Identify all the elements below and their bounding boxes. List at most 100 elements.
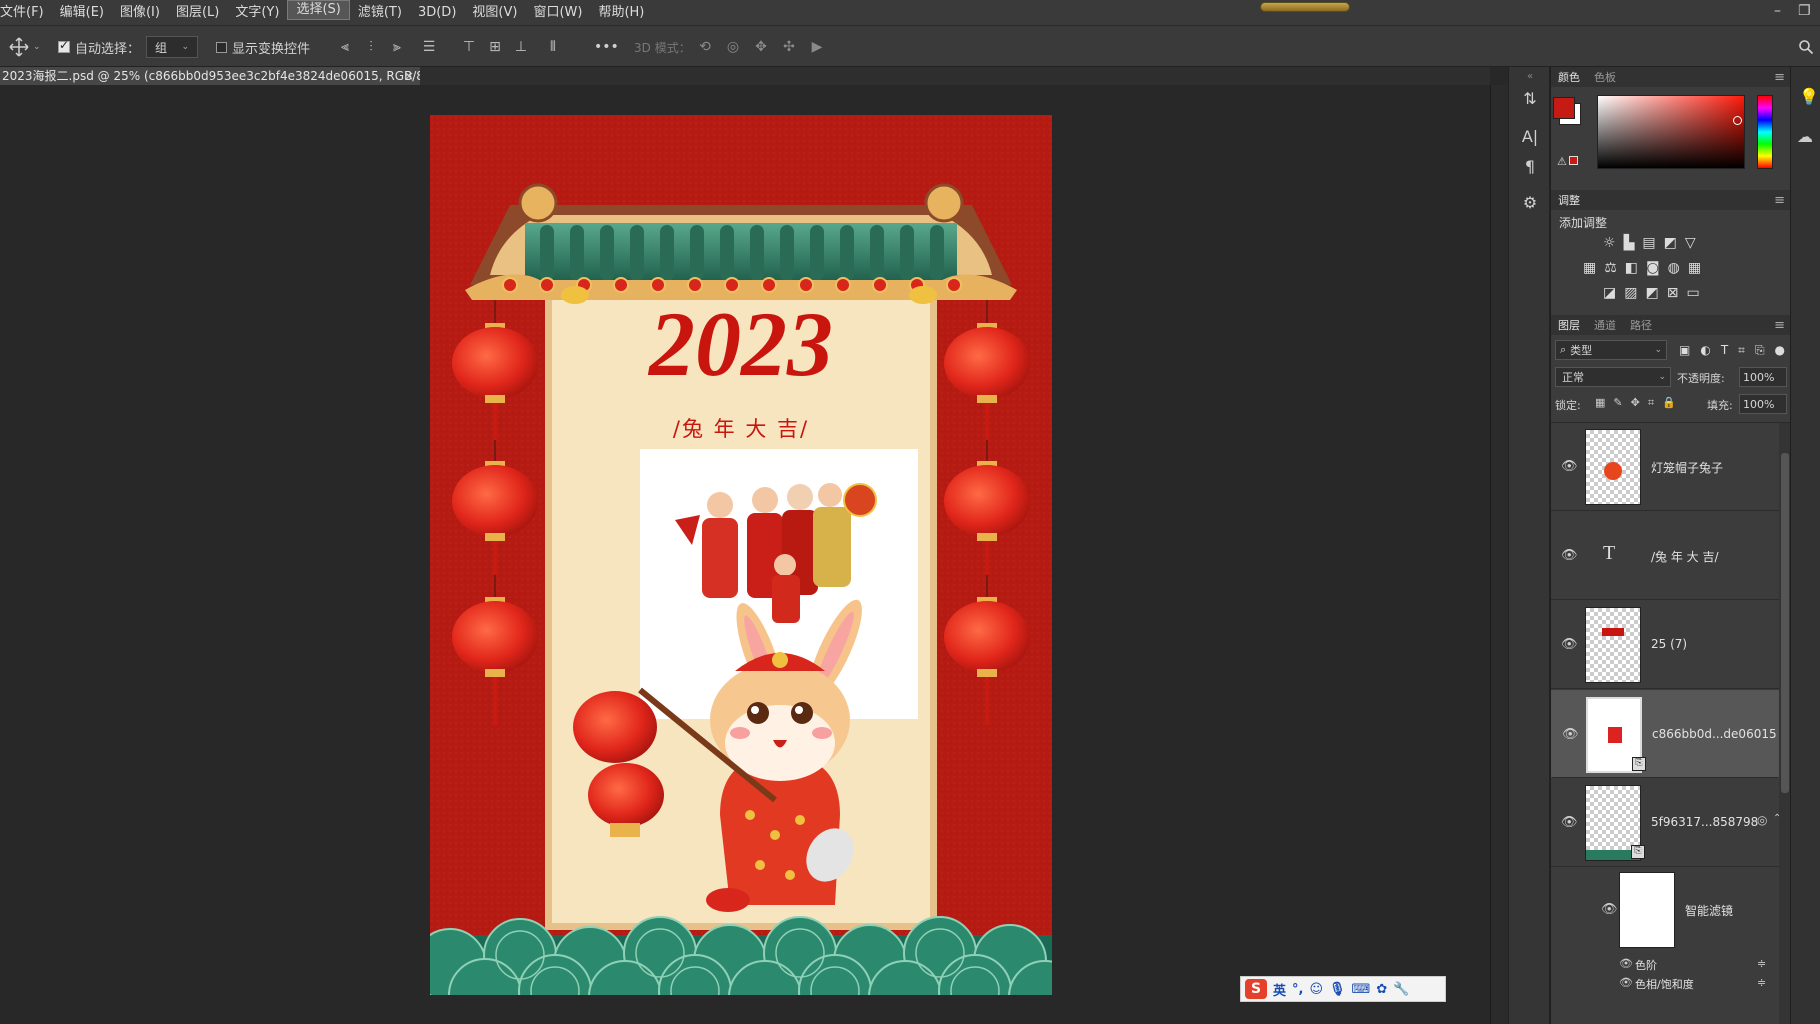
minimize-icon[interactable]: –	[1774, 3, 1781, 19]
align-hcenter-icon[interactable]: ⫶	[362, 38, 380, 56]
3d-roll-icon[interactable]: ◎	[724, 38, 742, 56]
tab-layers[interactable]: 图层	[1551, 317, 1587, 333]
smart-filter-mask[interactable]	[1619, 872, 1675, 948]
history-icon[interactable]: ⇅	[1519, 89, 1541, 111]
hue-slider[interactable]	[1757, 95, 1773, 169]
ime-punct-icon[interactable]: °,	[1292, 982, 1303, 997]
curves-icon[interactable]: ▤	[1642, 235, 1655, 251]
gradient-map-icon[interactable]: ▭	[1686, 285, 1699, 301]
lock-artboard-icon[interactable]: ⌗	[1648, 396, 1654, 410]
distribute-v-icon[interactable]: ⫴	[544, 38, 562, 56]
3d-slide-icon[interactable]: ✣	[780, 38, 798, 56]
levels-icon[interactable]: ▙	[1624, 235, 1635, 251]
auto-select-checkbox[interactable]: 自动选择：	[58, 26, 140, 68]
selective-color-icon[interactable]: ⊠	[1667, 285, 1679, 301]
more-options-button[interactable]: •••	[594, 26, 619, 68]
menu-item[interactable]: 文件(F)	[0, 0, 52, 25]
align-right-icon[interactable]: ⫸	[388, 38, 406, 56]
filter-adjust-icon[interactable]: ◐	[1700, 343, 1710, 358]
ime-emoji-icon[interactable]: ☺	[1309, 982, 1323, 997]
blend-mode-dropdown[interactable]: 正常 ⌄	[1555, 367, 1671, 387]
posterize-icon[interactable]: ▨	[1624, 285, 1637, 301]
layer-name[interactable]: c866bb0d...de06015	[1652, 727, 1777, 741]
ime-keyboard-icon[interactable]: ⌨	[1352, 982, 1371, 997]
ime-tools-icon[interactable]: 🔧	[1393, 982, 1409, 997]
filter-item[interactable]: 👁 色相/饱和度 ≑	[1551, 974, 1779, 992]
smart-filter-toggle-icon[interactable]: ◎	[1757, 813, 1767, 827]
tab-color[interactable]: 颜色	[1551, 69, 1587, 85]
visibility-eye-icon[interactable]: 👁	[1561, 637, 1578, 652]
ime-lang-label[interactable]: 英	[1273, 980, 1286, 999]
layer-row[interactable]: 👁 T /兔 年 大 吉/	[1551, 512, 1779, 600]
panel-scroll-handle[interactable]	[1260, 2, 1350, 12]
align-left-icon[interactable]: ⫷	[336, 38, 354, 56]
visibility-eye-icon[interactable]: 👁	[1619, 976, 1633, 989]
brightness-icon[interactable]: ☼	[1603, 235, 1616, 251]
lock-transparency-icon[interactable]: ▦	[1595, 396, 1605, 410]
layer-name[interactable]: 25 (7)	[1651, 637, 1687, 651]
ime-toolbar[interactable]: S 英 °, ☺ 🎙 ⌨ ✿ 🔧	[1240, 976, 1446, 1002]
panel-menu-icon[interactable]: ≡	[1774, 70, 1785, 85]
canvas-scrollbar[interactable]	[1490, 85, 1508, 1024]
tab-paths[interactable]: 路径	[1623, 317, 1659, 333]
learn-icon[interactable]: 💡	[1799, 87, 1819, 106]
3d-pan-icon[interactable]: ✥	[752, 38, 770, 56]
restore-icon[interactable]: ❐	[1798, 3, 1811, 19]
3d-camera-icon[interactable]: ▶	[808, 38, 826, 56]
layer-filter-dropdown[interactable]: ⌕ 类型 ⌄	[1555, 340, 1667, 360]
distribute-icon[interactable]: ☰	[420, 38, 438, 56]
opacity-field[interactable]: 100%	[1739, 367, 1787, 387]
filter-type-icon[interactable]: T	[1721, 343, 1728, 358]
color-balance-icon[interactable]: ⚖	[1604, 260, 1617, 276]
properties-icon[interactable]: ⚙	[1519, 193, 1541, 215]
fill-field[interactable]: 100%	[1739, 394, 1787, 414]
panel-menu-icon[interactable]: ≡	[1774, 193, 1785, 208]
tab-swatches[interactable]: 色板	[1587, 69, 1623, 85]
color-picker-field[interactable]	[1597, 95, 1745, 169]
lookup-icon[interactable]: ▦	[1688, 260, 1701, 276]
invert-icon[interactable]: ◪	[1603, 285, 1616, 301]
filter-options-icon[interactable]: ≑	[1757, 976, 1766, 989]
ime-skin-icon[interactable]: ✿	[1376, 982, 1387, 997]
auto-select-dropdown[interactable]: 组 ⌄	[146, 26, 198, 68]
foreground-color-swatch[interactable]	[1553, 97, 1575, 119]
photo-filter-icon[interactable]: ◙	[1646, 260, 1660, 276]
align-vcenter-icon[interactable]: ⊞	[486, 38, 504, 56]
hue-sat-icon[interactable]: ▦	[1583, 260, 1596, 276]
smart-filter-row[interactable]: 👁 智能滤镜	[1551, 868, 1779, 950]
tab-channels[interactable]: 通道	[1587, 317, 1623, 333]
layer-row[interactable]: 👁 25 (7)	[1551, 601, 1779, 689]
visibility-eye-icon[interactable]: 👁	[1561, 459, 1578, 474]
menu-item[interactable]: 滤镜(T)	[350, 0, 410, 25]
layer-row-selected[interactable]: 👁 ⎘ c866bb0d...de06015	[1551, 690, 1779, 778]
visibility-eye-icon[interactable]: 👁	[1561, 548, 1578, 563]
menu-item[interactable]: 选择(S)	[287, 0, 350, 20]
exposure-icon[interactable]: ◩	[1664, 235, 1677, 251]
poster-canvas[interactable]: 2023 /兔 年 大 吉/	[430, 115, 1052, 995]
visibility-eye-icon[interactable]: 👁	[1601, 902, 1618, 917]
align-top-icon[interactable]: ⊤	[460, 38, 478, 56]
menu-item[interactable]: 视图(V)	[464, 0, 525, 25]
filter-pixel-icon[interactable]: ▣	[1679, 343, 1690, 358]
document-tab[interactable]: 2023海报二.psd @ 25% (c866bb0d953ee3c2bf4e3…	[0, 67, 420, 85]
visibility-eye-icon[interactable]: 👁	[1619, 957, 1633, 970]
gamut-warning-icon[interactable]: ⚠	[1557, 155, 1578, 168]
panel-menu-icon[interactable]: ≡	[1774, 318, 1785, 333]
filter-smart-icon[interactable]: ⎘	[1755, 343, 1765, 358]
threshold-icon[interactable]: ◩	[1645, 285, 1658, 301]
layer-row[interactable]: 👁 ⎘ 5f96317...858798 ◎ ⌃	[1551, 779, 1781, 867]
paragraph-icon[interactable]: ¶	[1519, 157, 1541, 179]
menu-item[interactable]: 图像(I)	[112, 0, 168, 25]
menu-item[interactable]: 窗口(W)	[525, 0, 590, 25]
filter-shape-icon[interactable]: ⌗	[1738, 343, 1745, 358]
3d-orbit-icon[interactable]: ⟲	[696, 38, 714, 56]
filter-item[interactable]: 👁 色阶 ≑	[1551, 955, 1779, 973]
search-icon[interactable]	[1798, 26, 1814, 68]
menu-item[interactable]: 帮助(H)	[590, 0, 652, 25]
move-tool-icon[interactable]: ⌄	[8, 26, 41, 68]
lock-move-icon[interactable]: ✥	[1631, 396, 1640, 410]
filter-options-icon[interactable]: ≑	[1757, 957, 1766, 970]
ime-mic-icon[interactable]: 🎙	[1329, 982, 1346, 997]
libraries-icon[interactable]: ☁	[1797, 127, 1813, 146]
lock-paint-icon[interactable]: ✎	[1613, 396, 1622, 410]
